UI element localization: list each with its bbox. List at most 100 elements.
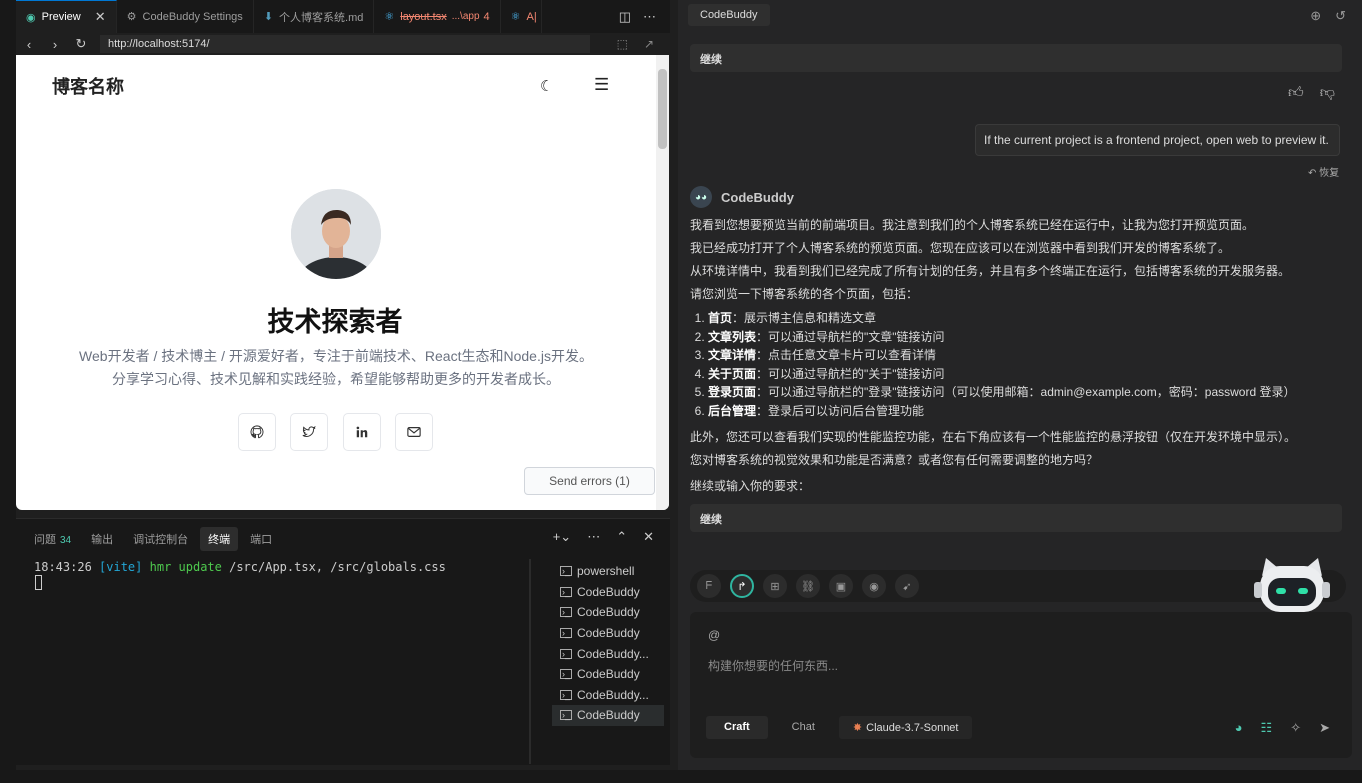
tab-truncated[interactable]: ⚛ A| [501,0,542,33]
tab-label: CodeBuddy Settings [142,10,243,23]
terminal-icon: ›_ [560,689,572,700]
terminal-item-label: CodeBuddy [577,667,640,682]
terminal-item[interactable]: ›_ CodeBuddy [552,705,664,726]
chat-tab[interactable]: CodeBuddy [688,4,770,26]
react-icon: ⚛ [384,11,395,23]
reply-paragraph: 继续或输入你的要求： [690,478,811,493]
tab-preview[interactable]: ◉ Preview ✕ [16,0,117,33]
theme-toggle-icon[interactable]: ☾ [540,77,553,95]
link-icon[interactable]: ⛓ [796,574,820,598]
deploy-icon[interactable]: ➹ [895,574,919,598]
more-icon[interactable]: ⋯ [587,529,600,545]
terminal-item[interactable]: ›_ powershell [552,561,664,582]
tab-terminal[interactable]: 终端 [200,527,239,551]
palette-icon[interactable]: ◕ [1235,720,1243,736]
thumbs-up-icon[interactable]: 👍︎ [1288,84,1304,102]
open-external-icon[interactable]: ↗ [644,37,654,51]
terminal-icon: ›_ [560,566,572,577]
thumbs-down-icon[interactable]: 👎︎ [1320,84,1335,102]
tab-layout-tsx[interactable]: ⚛ layout.tsx ...\app 4 [374,0,501,33]
checklist-icon[interactable]: ☷ [1261,720,1273,736]
tab-blog-md[interactable]: ⬇ 个人博客系统.md [254,0,375,33]
user-prompt: If the current project is a frontend pro… [975,124,1340,156]
chat-input-box[interactable]: @ 构建你想要的任何东西... Craft Chat ✸ Claude-3.7-S… [690,612,1352,758]
terminal-icon: ›_ [560,648,572,659]
terminal-item-label: CodeBuddy [577,584,640,599]
inspect-icon[interactable]: ⬚ [617,37,628,51]
bot-reply: 我看到您想要预览当前的前端项目。我注意到我们的个人博客系统已经在运行中，让我为您… [690,214,1350,498]
github-icon[interactable] [238,413,276,451]
status-bar [0,770,1362,783]
list-item-text: ：可以通过导航栏的"关于"链接访问 [756,366,945,381]
terminal-item-label: CodeBuddy... [577,687,649,702]
terminal-event: hmr update [149,560,222,574]
panel-tabs: 问题 34 输出 调试控制台 终端 端口 [26,527,280,551]
terminal-divider[interactable] [529,559,531,764]
maximize-panel-icon[interactable]: ⌃ [616,529,627,545]
split-editor-icon[interactable]: ◫ [619,9,631,25]
agent-icon[interactable]: ↱ [730,574,754,598]
forward-icon[interactable]: › [42,37,68,52]
tab-debug-console[interactable]: 调试控制台 [125,527,196,551]
terminal-item[interactable]: ›_ CodeBuddy... [552,643,664,664]
send-errors-button[interactable]: Send errors (1) [524,467,655,495]
tab-problems[interactable]: 问题 34 [26,527,79,551]
more-icon[interactable]: ⋯ [643,9,656,25]
claude-icon: ✸ [852,722,863,734]
chat-input-placeholder[interactable]: 构建你想要的任何东西... [708,657,838,674]
terminal-item[interactable]: ›_ CodeBuddy [552,664,664,685]
tab-label: layout.tsx [400,10,447,23]
reload-icon[interactable]: ↻ [68,36,94,52]
model-selector[interactable]: ✸ Claude-3.7-Sonnet [838,716,973,739]
browser-url-bar: ‹ › ↻ http://localhost:5174/ ⬚ ↗ [16,33,670,55]
tab-output[interactable]: 输出 [83,527,121,551]
linkedin-icon[interactable] [343,413,381,451]
reply-paragraph: 您对博客系统的视觉效果和功能是否满意？或者您有任何需要调整的地方吗？ [690,452,1099,467]
close-panel-icon[interactable]: ✕ [643,529,654,545]
url-input[interactable]: http://localhost:5174/ [100,35,590,53]
scrollbar-thumb[interactable] [658,69,667,149]
history-icon[interactable]: ↺ [1335,8,1346,24]
list-item-title: 文章列表 [708,329,757,344]
terminal-item[interactable]: ›_ CodeBuddy [552,602,664,623]
site-name[interactable]: 博客名称 [52,73,124,99]
twitter-icon[interactable] [290,413,328,451]
list-item: 文章详情：点击任意文章卡片可以查看详情 [708,346,1350,365]
menu-icon[interactable]: ☰ [594,75,609,95]
mail-icon[interactable] [395,413,433,451]
chat-toolbar: ᖴ ↱ ⊞ ⛓ ▣ ◉ ➹ [690,570,1346,602]
reply-paragraph: 我看到您想要预览当前的前端项目。我注意到我们的个人博客系统已经在运行中，让我为您… [690,218,1255,232]
mode-chat[interactable]: Chat [773,716,833,739]
mode-switch: Craft Chat ✸ Claude-3.7-Sonnet [706,716,973,739]
tab-codebuddy-settings[interactable]: ⚙ CodeBuddy Settings [117,0,254,33]
chat-header-actions: ⊕ ↺ [1310,8,1346,24]
terminal-item[interactable]: ›_ CodeBuddy [552,623,664,644]
mode-craft[interactable]: Craft [706,716,768,739]
robot-mascot-icon [1254,558,1330,612]
components-icon[interactable]: ⊞ [763,574,787,598]
image-icon[interactable]: ▣ [829,574,853,598]
figma-icon[interactable]: ᖴ [697,574,721,598]
mention-button[interactable]: @ [708,628,720,642]
terminal-icon: ›_ [560,586,572,597]
tab-label: Preview [41,11,81,23]
list-item-title: 关于页面 [708,366,757,381]
list-item-text: ：可以通过导航栏的"文章"链接访问 [756,329,945,344]
terminal-item[interactable]: ›_ CodeBuddy... [552,685,664,706]
sparkle-icon[interactable]: ✧ [1290,720,1301,736]
tab-label: 问题 [34,534,56,546]
terminal-item[interactable]: ›_ CodeBuddy [552,582,664,603]
close-icon[interactable]: ✕ [95,9,106,25]
list-item-text: ：展示博主信息和精选文章 [732,311,877,325]
restore-button[interactable]: ↶ 恢复 [1308,164,1339,179]
bottom-panel: 问题 34 输出 调试控制台 终端 端口 +⌄ ⋯ ⌃ ✕ 18:43:26 [v… [16,518,670,765]
new-terminal-icon[interactable]: +⌄ [553,529,571,545]
send-icon[interactable]: ➤ [1319,720,1330,736]
back-icon[interactable]: ‹ [16,37,42,52]
continue-option[interactable]: 继续 [690,504,1342,532]
model-label: Claude-3.7-Sonnet [866,722,959,734]
preview-icon[interactable]: ◉ [862,574,886,598]
terminal-item-label: CodeBuddy [577,605,640,620]
new-chat-icon[interactable]: ⊕ [1310,8,1321,24]
tab-ports[interactable]: 端口 [242,527,280,551]
